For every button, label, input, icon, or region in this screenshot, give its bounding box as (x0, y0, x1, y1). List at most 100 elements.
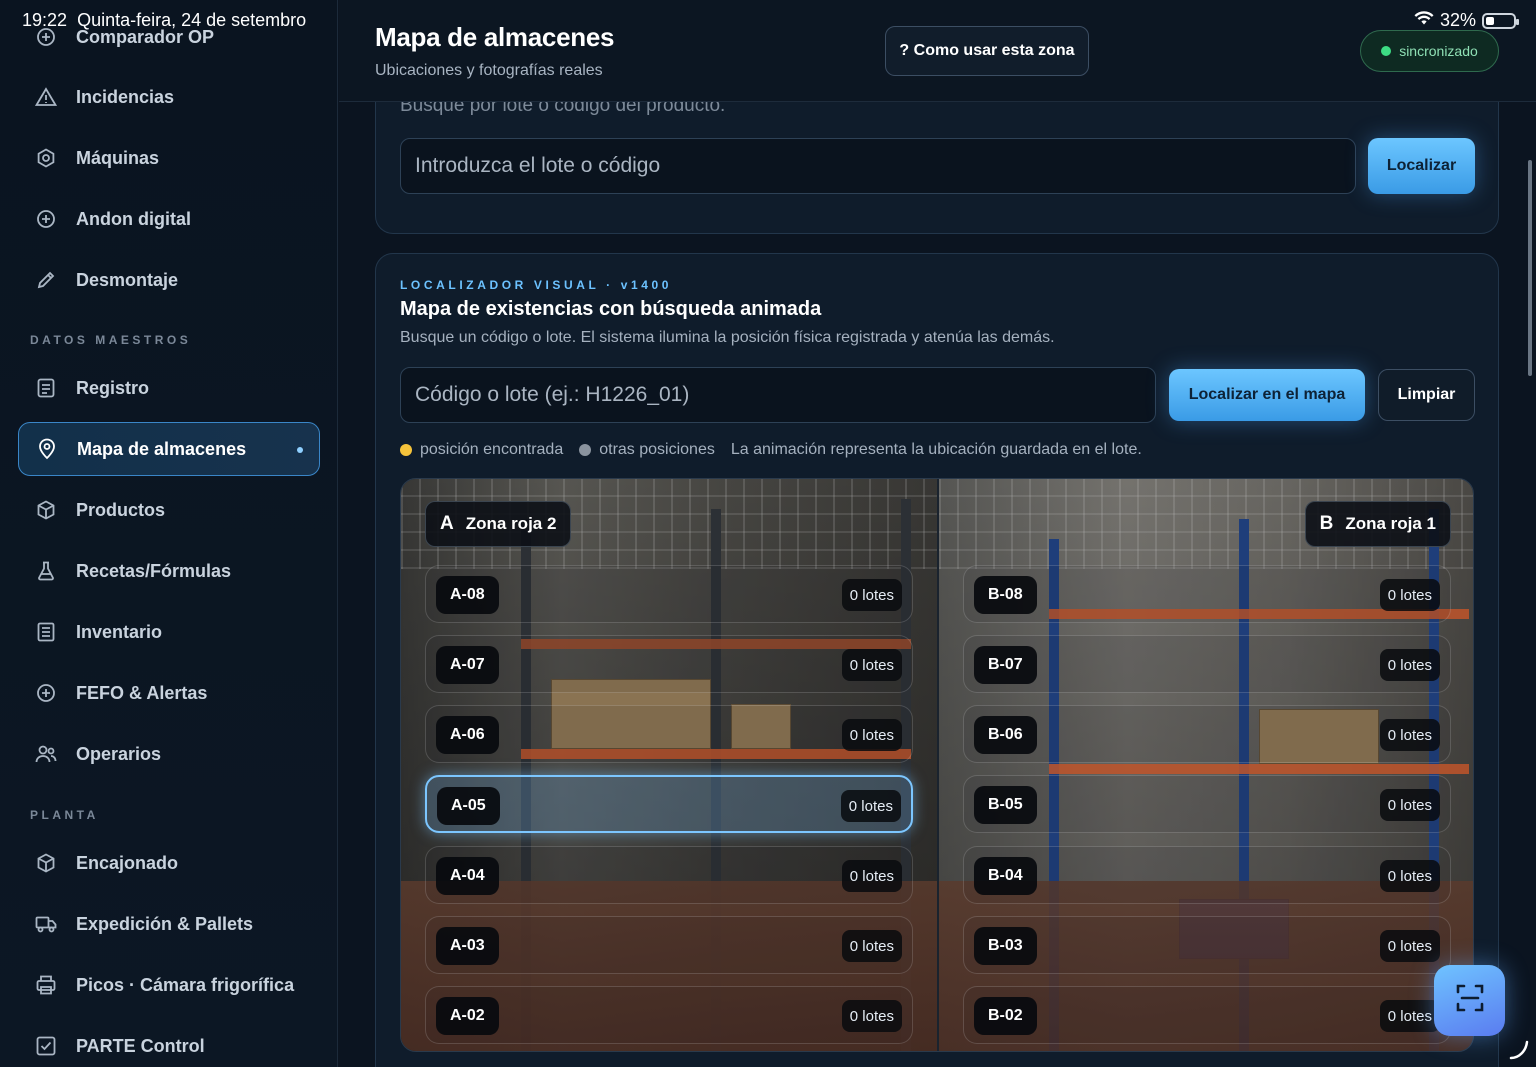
sidebar-item-label: Registro (76, 377, 150, 398)
sidebar-item-picos-camara[interactable]: Picos · Cámara frigorífica (18, 958, 320, 1012)
slot-code: B-08 (974, 576, 1037, 614)
active-indicator-dot (297, 447, 303, 453)
sidebar-item-maquinas[interactable]: Máquinas (18, 131, 320, 185)
sidebar-item-operarios[interactable]: Operarios (18, 727, 320, 781)
slot-b-07[interactable]: B-07 0 lotes (963, 635, 1451, 693)
users-icon (34, 742, 58, 766)
slot-b-08[interactable]: B-08 0 lotes (963, 565, 1451, 623)
sidebar: Comparador OP Incidencias Máquinas Andon… (0, 0, 338, 1067)
slot-a-04[interactable]: A-04 0 lotes (425, 846, 913, 904)
sidebar-item-mapa-de-almacenes[interactable]: Mapa de almacenes (18, 422, 320, 476)
page-title: Mapa de almacenes (375, 22, 615, 52)
sidebar-item-label: Recetas/Fórmulas (76, 560, 232, 581)
section-label-datos-maestros: DATOS MAESTROS (30, 333, 192, 347)
sidebar-item-parte-control[interactable]: PARTE Control (18, 1019, 320, 1067)
slot-code: B-06 (974, 716, 1037, 754)
slot-code: A-07 (436, 646, 499, 684)
localizar-en-mapa-button[interactable]: Localizar en el mapa (1169, 369, 1365, 421)
slot-code: B-07 (974, 646, 1037, 684)
help-button[interactable]: ? Como usar esta zona (885, 26, 1089, 76)
zone-a-label: A Zona roja 2 (425, 501, 572, 547)
sidebar-item-label: FEFO & Alertas (76, 682, 208, 703)
slot-count: 0 lotes (841, 649, 902, 681)
sidebar-item-label: Andon digital (76, 208, 191, 229)
sidebar-item-label: Productos (76, 499, 166, 520)
slot-code: A-06 (436, 716, 499, 754)
corner-resize-icon (1509, 1040, 1529, 1060)
slot-a-02[interactable]: A-02 0 lotes (425, 986, 913, 1044)
sidebar-item-inventario[interactable]: Inventario (18, 605, 320, 659)
map-search-input[interactable] (415, 383, 1155, 407)
slot-code: A-04 (436, 857, 499, 895)
slot-count: 0 lotes (840, 790, 901, 822)
sync-dot-icon (1381, 46, 1392, 56)
sidebar-item-incidencias[interactable]: Incidencias (18, 70, 320, 124)
slot-code: B-03 (974, 927, 1037, 965)
status-clock: 19:22 (22, 10, 68, 30)
sidebar-item-label: PARTE Control (76, 1035, 205, 1056)
sidebar-item-andon-digital[interactable]: Andon digital (18, 192, 320, 246)
legend-found: posición encontrada (420, 441, 564, 458)
zone-b-letter: B (1319, 513, 1334, 534)
limpiar-button[interactable]: Limpiar (1378, 369, 1475, 421)
map-search-field[interactable] (400, 367, 1156, 423)
slot-count: 0 lotes (841, 930, 902, 962)
slot-b-04[interactable]: B-04 0 lotes (963, 846, 1451, 904)
lot-search-input[interactable] (415, 154, 1355, 178)
slot-a-06[interactable]: A-06 0 lotes (425, 705, 913, 763)
battery-percent: 32% (1439, 10, 1476, 30)
slot-b-05[interactable]: B-05 0 lotes (963, 775, 1451, 833)
slot-code: B-04 (974, 857, 1037, 895)
sidebar-item-desmontaje[interactable]: Desmontaje (18, 253, 320, 307)
status-indicators: 32% (1414, 10, 1519, 31)
slot-a-05[interactable]: A-05 0 lotes (425, 775, 913, 833)
slot-a-07[interactable]: A-07 0 lotes (425, 635, 913, 693)
page-subtitle: Ubicaciones y fotografías reales (375, 62, 603, 79)
slot-code: B-05 (974, 786, 1037, 824)
map-legend: posición encontrada otras posiciones La … (400, 441, 1142, 459)
visual-locator-panel: LOCALIZADOR VISUAL · v1400 Mapa de exist… (375, 253, 1499, 1067)
sidebar-item-label: Máquinas (76, 147, 160, 168)
slot-count: 0 lotes (841, 860, 902, 892)
slot-count: 0 lotes (841, 1000, 902, 1032)
locator-title: Mapa de existencias con búsqueda animada (400, 298, 822, 320)
warehouse-map: A Zona roja 2 A-08 0 lotes A-07 0 lotes … (400, 478, 1474, 1052)
scan-button[interactable] (1434, 965, 1505, 1036)
status-time: 19:22 Quinta-feira, 24 de setembro (22, 10, 306, 31)
slot-a-03[interactable]: A-03 0 lotes (425, 916, 913, 974)
sidebar-item-registro[interactable]: Registro (18, 361, 320, 415)
locator-eyebrow: LOCALIZADOR VISUAL · v1400 (400, 278, 673, 292)
scrollbar[interactable] (1528, 160, 1532, 376)
slot-code: B-02 (974, 997, 1037, 1035)
slot-code: A-05 (437, 787, 500, 825)
page-header: Mapa de almacenes Ubicaciones y fotograf… (339, 0, 1536, 102)
sync-status-badge: sincronizado (1360, 30, 1499, 72)
plus-circle-icon (34, 681, 58, 705)
sidebar-item-label: Incidencias (76, 86, 175, 107)
legend-note: La animación representa la ubicación gua… (730, 441, 1142, 458)
sidebar-item-recetas-formulas[interactable]: Recetas/Fórmulas (18, 544, 320, 598)
slot-b-06[interactable]: B-06 0 lotes (963, 705, 1451, 763)
legend-others: otras posiciones (599, 441, 715, 458)
sidebar-item-label: Picos · Cámara frigorífica (76, 974, 295, 995)
slot-count: 0 lotes (1379, 649, 1440, 681)
slot-b-03[interactable]: B-03 0 lotes (963, 916, 1451, 974)
localizar-button[interactable]: Localizar (1368, 138, 1475, 194)
sync-status-text: sincronizado (1399, 43, 1478, 59)
slot-b-02[interactable]: B-02 0 lotes (963, 986, 1451, 1044)
section-label-planta: PLANTA (30, 808, 99, 822)
gear-icon (34, 146, 58, 170)
slot-a-08[interactable]: A-08 0 lotes (425, 565, 913, 623)
map-pin-icon (35, 437, 59, 461)
zone-a-name: Zona roja 2 (465, 514, 557, 533)
box-icon (34, 851, 58, 875)
sidebar-item-productos[interactable]: Productos (18, 483, 320, 537)
slot-count: 0 lotes (1379, 789, 1440, 821)
warning-triangle-icon (34, 85, 58, 109)
zone-b: B Zona roja 1 B-08 0 lotes B-07 0 lotes … (939, 479, 1473, 1051)
sidebar-item-expedicion-pallets[interactable]: Expedición & Pallets (18, 897, 320, 951)
zone-a: A Zona roja 2 A-08 0 lotes A-07 0 lotes … (401, 479, 937, 1051)
sidebar-item-encajonado[interactable]: Encajonado (18, 836, 320, 890)
sidebar-item-fefo-alertas[interactable]: FEFO & Alertas (18, 666, 320, 720)
lot-search-field[interactable] (400, 138, 1356, 194)
